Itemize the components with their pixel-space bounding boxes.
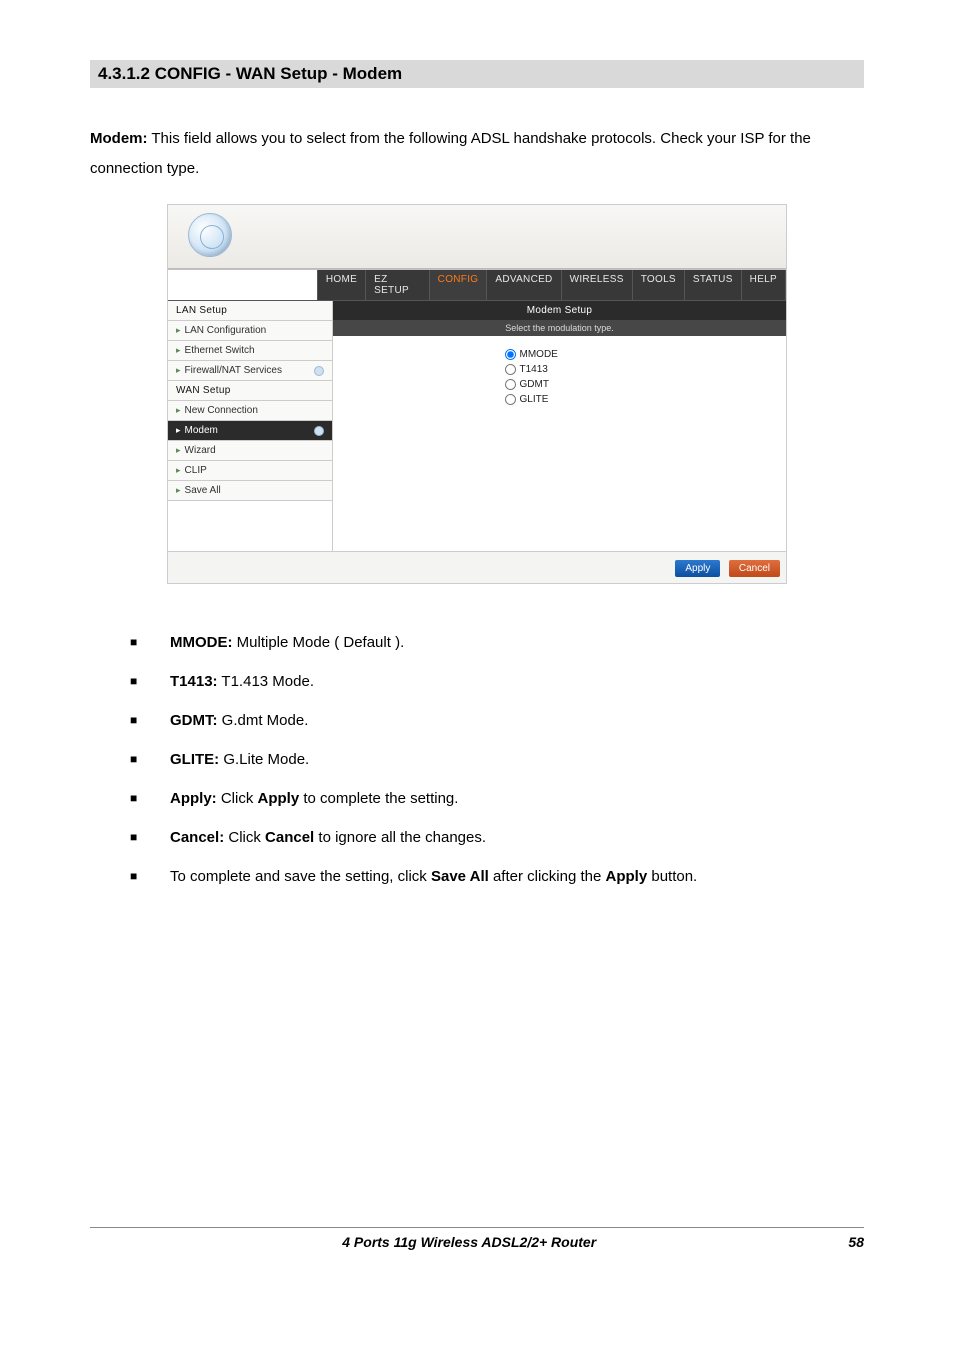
sidebar-ethernet-switch[interactable]: Ethernet Switch [168, 341, 332, 361]
bullet-saveall-bold1: Save All [431, 868, 489, 885]
sidebar-firewall-nat-label: Firewall/NAT Services [185, 365, 282, 376]
radio-glite-label: GLITE [520, 394, 549, 405]
bullet-gdmt: GDMT: G.dmt Mode. [130, 710, 864, 731]
footer-page-number: 58 [848, 1234, 864, 1250]
tab-advanced[interactable]: ADVANCED [487, 270, 561, 300]
radio-mmode-input[interactable] [505, 349, 516, 360]
bullet-cancel-post: to ignore all the changes. [314, 829, 486, 846]
cancel-button[interactable]: Cancel [729, 560, 780, 577]
router-main-panel: Modem Setup Select the modulation type. … [333, 301, 786, 551]
bullet-saveall-bold2: Apply [606, 868, 648, 885]
tab-spacer [168, 270, 318, 300]
tab-wireless[interactable]: WIRELESS [562, 270, 633, 300]
page-footer: 4 Ports 11g Wireless ADSL2/2+ Router 58 [90, 1227, 864, 1250]
bullet-gdmt-text: G.dmt Mode. [218, 712, 309, 729]
bullet-saveall: To complete and save the setting, click … [130, 866, 864, 887]
router-ui-screenshot: HOME EZ SETUP CONFIG ADVANCED WIRELESS T… [167, 204, 787, 584]
router-logo-icon [188, 213, 232, 257]
bullet-cancel-bold: Cancel [265, 829, 314, 846]
explanation-list: MMODE: Multiple Mode ( Default ). T1413:… [90, 632, 864, 887]
radio-gdmt-label: GDMT [520, 379, 549, 390]
bullet-glite: GLITE: G.Lite Mode. [130, 749, 864, 770]
bullet-apply: Apply: Click Apply to complete the setti… [130, 788, 864, 809]
panel-title: Modem Setup [333, 301, 786, 320]
router-top-tabs: HOME EZ SETUP CONFIG ADVANCED WIRELESS T… [168, 269, 786, 301]
radio-mmode-label: MMODE [520, 349, 558, 360]
bullet-saveall-post: button. [647, 868, 697, 885]
tab-help[interactable]: HELP [742, 270, 786, 300]
sidebar-modem-label: Modem [185, 425, 218, 436]
sidebar-new-connection[interactable]: New Connection [168, 401, 332, 421]
radio-glite-input[interactable] [505, 394, 516, 405]
router-sidebar: LAN Setup LAN Configuration Ethernet Swi… [168, 301, 333, 551]
sidebar-wizard[interactable]: Wizard [168, 441, 332, 461]
bullet-t1413-text: T1.413 Mode. [218, 673, 314, 690]
router-footer-bar: Apply Cancel [168, 551, 786, 583]
bullet-mmode-label: MMODE: [170, 634, 233, 651]
sidebar-wan-setup: WAN Setup [168, 381, 332, 401]
sidebar-lan-setup: LAN Setup [168, 301, 332, 321]
apply-button[interactable]: Apply [675, 560, 720, 577]
sidebar-save-all[interactable]: Save All [168, 481, 332, 501]
tab-tools[interactable]: TOOLS [633, 270, 685, 300]
radio-t1413-label: T1413 [520, 364, 548, 375]
bullet-t1413: T1413: T1.413 Mode. [130, 671, 864, 692]
radio-gdmt[interactable]: GDMT [505, 379, 615, 390]
tab-config[interactable]: CONFIG [430, 270, 488, 300]
bullet-glite-label: GLITE: [170, 751, 219, 768]
bullet-gdmt-label: GDMT: [170, 712, 218, 729]
radio-t1413-input[interactable] [505, 364, 516, 375]
intro-label: Modem: [90, 130, 148, 147]
bullet-cancel: Cancel: Click Cancel to ignore all the c… [130, 827, 864, 848]
radio-glite[interactable]: GLITE [505, 394, 615, 405]
intro-paragraph: Modem: This field allows you to select f… [90, 124, 864, 184]
bullet-cancel-label: Cancel: [170, 829, 224, 846]
sidebar-lan-config[interactable]: LAN Configuration [168, 321, 332, 341]
bullet-apply-bold: Apply [258, 790, 300, 807]
bullet-t1413-label: T1413: [170, 673, 218, 690]
gear-icon [314, 426, 324, 436]
tab-home[interactable]: HOME [318, 270, 366, 300]
radio-gdmt-input[interactable] [505, 379, 516, 390]
router-logo-bar [168, 205, 786, 269]
tab-status[interactable]: STATUS [685, 270, 742, 300]
bullet-apply-post: to complete the setting. [299, 790, 458, 807]
footer-title: 4 Ports 11g Wireless ADSL2/2+ Router [342, 1234, 596, 1250]
bullet-apply-pre: Click [217, 790, 258, 807]
intro-text: This field allows you to select from the… [90, 130, 811, 177]
gear-icon [314, 366, 324, 376]
sidebar-clip[interactable]: CLIP [168, 461, 332, 481]
bullet-mmode: MMODE: Multiple Mode ( Default ). [130, 632, 864, 653]
bullet-saveall-mid: after clicking the [489, 868, 606, 885]
panel-subtitle: Select the modulation type. [333, 320, 786, 336]
bullet-apply-label: Apply: [170, 790, 217, 807]
bullet-glite-text: G.Lite Mode. [219, 751, 309, 768]
sidebar-firewall-nat[interactable]: Firewall/NAT Services [168, 361, 332, 381]
bullet-cancel-pre: Click [224, 829, 265, 846]
modulation-radio-group: MMODE T1413 GDMT GLITE [333, 336, 786, 408]
bullet-mmode-text: Multiple Mode ( Default ). [233, 634, 405, 651]
bullet-saveall-pre: To complete and save the setting, click [170, 868, 431, 885]
screenshot-container: HOME EZ SETUP CONFIG ADVANCED WIRELESS T… [90, 204, 864, 584]
sidebar-modem[interactable]: Modem [168, 421, 332, 441]
radio-mmode[interactable]: MMODE [505, 349, 615, 360]
section-heading: 4.3.1.2 CONFIG - WAN Setup - Modem [90, 60, 864, 88]
radio-t1413[interactable]: T1413 [505, 364, 615, 375]
tab-ezsetup[interactable]: EZ SETUP [366, 270, 430, 300]
